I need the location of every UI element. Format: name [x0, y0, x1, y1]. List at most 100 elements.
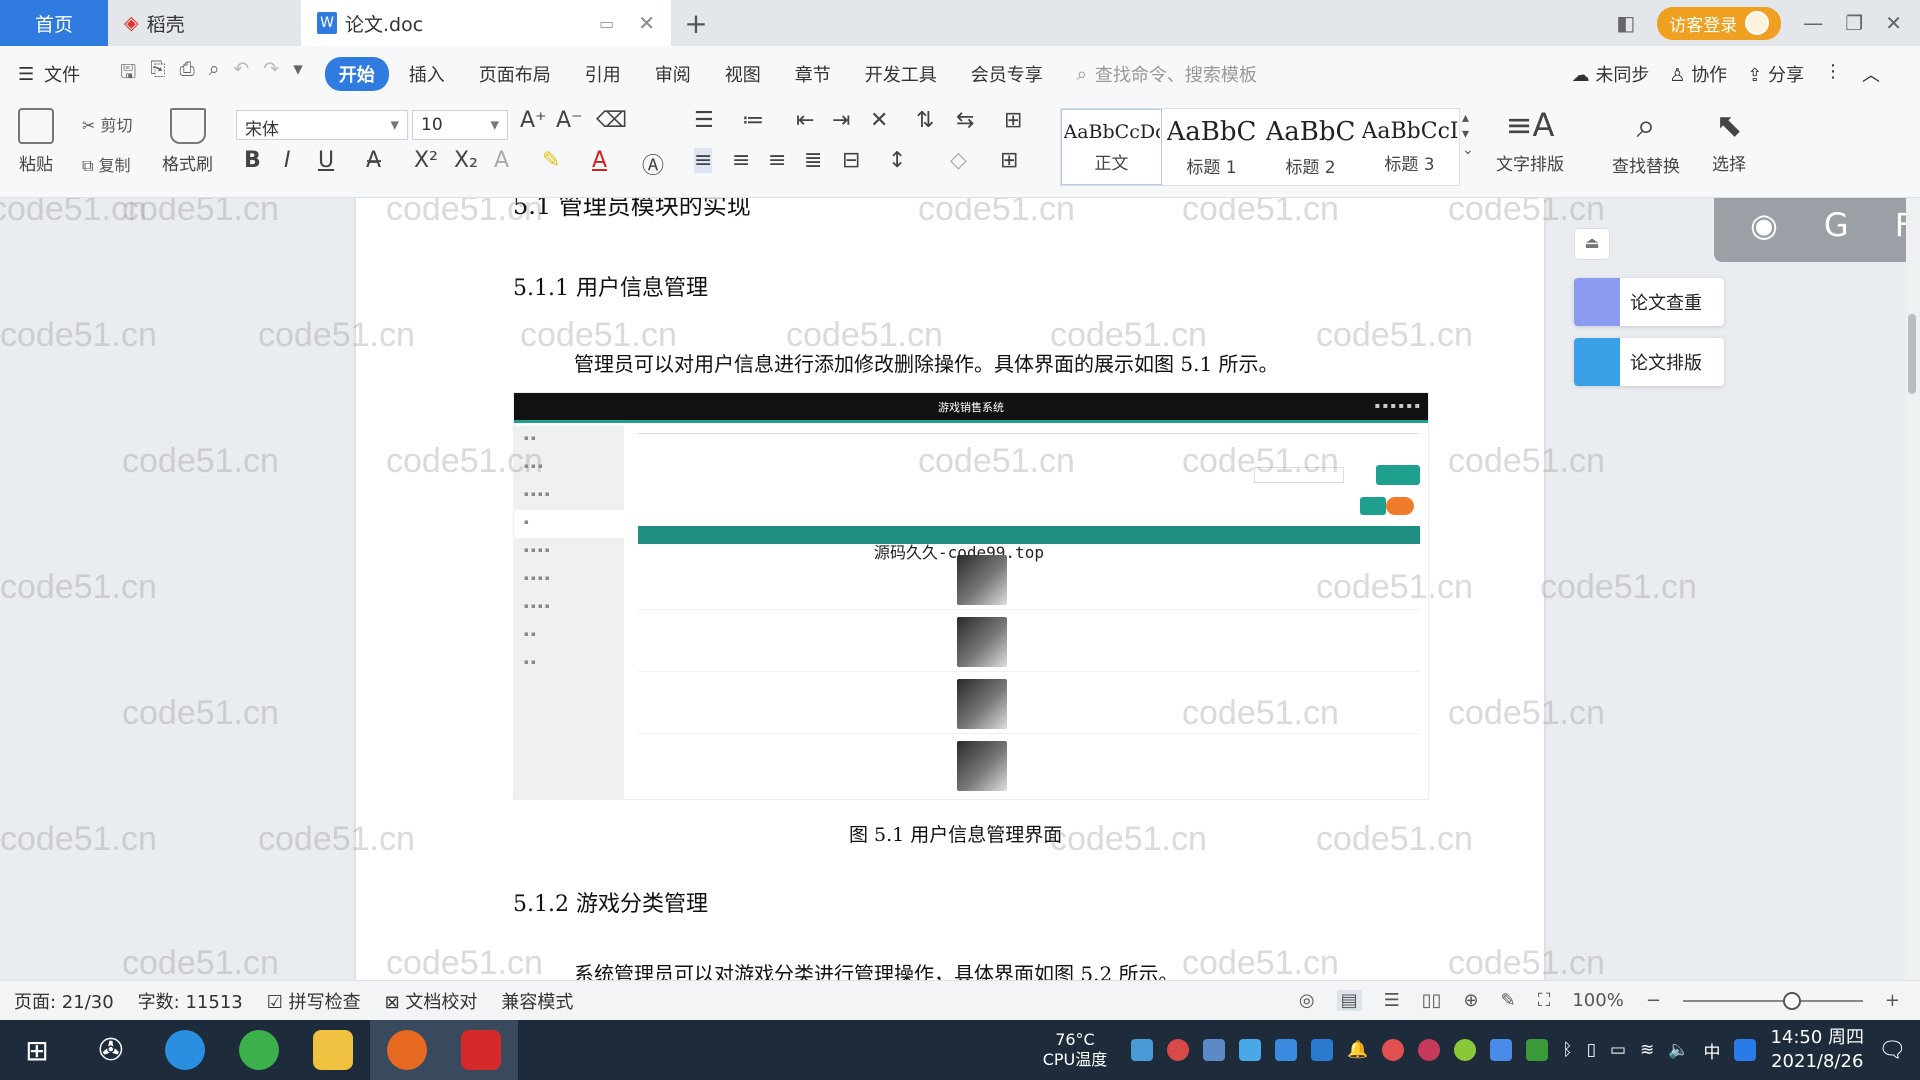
- superscript-icon[interactable]: X²: [414, 148, 438, 173]
- char-border-icon[interactable]: Ⓐ: [642, 148, 664, 180]
- menu-page-layout[interactable]: 页面布局: [465, 57, 565, 91]
- save-icon[interactable]: 🖫: [120, 58, 136, 90]
- tray-icon[interactable]: [1490, 1039, 1513, 1061]
- tab-document[interactable]: W 论文.doc ▭ ✕: [301, 0, 671, 46]
- ime-toolbar[interactable]: ◉ G F: [1714, 198, 1920, 262]
- window-preview-icon[interactable]: ▭: [599, 14, 614, 33]
- ime-indicator[interactable]: 中: [1703, 1038, 1720, 1063]
- reading-view-icon[interactable]: ▯▯: [1422, 990, 1442, 1011]
- taskbar-app-recorder[interactable]: [370, 1020, 444, 1080]
- more-icon[interactable]: ⋮: [1824, 61, 1842, 87]
- collapse-ribbon-icon[interactable]: ︿: [1862, 61, 1880, 87]
- tabs-icon[interactable]: ⊞: [1004, 108, 1022, 133]
- weather-widget[interactable]: 76°C CPU温度: [1043, 1030, 1108, 1070]
- redo-icon[interactable]: ↷: [263, 58, 279, 90]
- bell-icon[interactable]: 🔔: [1347, 1040, 1368, 1060]
- panel-collapse-button[interactable]: ⏏: [1574, 228, 1610, 260]
- font-size-select[interactable]: 10 ▾: [412, 110, 508, 140]
- menu-references[interactable]: 引用: [571, 57, 635, 91]
- font-color-icon[interactable]: A: [592, 148, 607, 173]
- style-heading-1[interactable]: AaBbC 标题 1: [1162, 109, 1261, 185]
- menu-start[interactable]: 开始: [324, 57, 389, 91]
- tray-icon[interactable]: [1418, 1039, 1441, 1061]
- restore-icon[interactable]: ❐: [1845, 11, 1863, 35]
- strikethrough-icon[interactable]: A̶: [366, 148, 381, 173]
- align-left-icon[interactable]: ≡: [694, 148, 713, 173]
- sidebar-toggle-icon[interactable]: ◧: [1616, 11, 1635, 35]
- cut-button[interactable]: ✂ 剪切: [82, 112, 133, 136]
- paper-layout-button[interactable]: 论文排版: [1574, 338, 1724, 386]
- borders-icon[interactable]: ⊞: [1000, 148, 1018, 173]
- decrease-indent-icon[interactable]: ⇤: [796, 108, 814, 133]
- clock[interactable]: 14:50 周四 2021/8/26: [1770, 1026, 1864, 1074]
- battery-icon[interactable]: ▭: [1610, 1040, 1626, 1060]
- menu-insert[interactable]: 插入: [395, 57, 459, 91]
- page-indicator[interactable]: 页面: 21/30: [14, 988, 114, 1014]
- taskbar-app-browser[interactable]: [222, 1020, 296, 1080]
- text-layout-button[interactable]: ≡A 文字排版: [1496, 106, 1564, 175]
- vertical-scrollbar[interactable]: [1906, 198, 1920, 980]
- fit-page-icon[interactable]: ⛶: [1538, 990, 1551, 1011]
- tab-home[interactable]: 首页: [0, 0, 108, 46]
- font-name-select[interactable]: 宋体 ▾: [236, 110, 408, 140]
- print-preview-icon[interactable]: ⌕: [209, 58, 220, 90]
- shrink-font-icon[interactable]: A⁻: [556, 108, 583, 133]
- zoom-in-icon[interactable]: +: [1885, 990, 1900, 1011]
- chinese-layout-icon[interactable]: ✕: [870, 108, 888, 133]
- embedded-screenshot[interactable]: 游戏销售系统 ▪ ▪ ▪ ▪ ▪ ▪ ▪ ▪ ▪ ▪ ▪ ▪ ▪ ▪ ▪ ▪ ▪ ▪ ▪…: [513, 392, 1429, 800]
- align-center-icon[interactable]: ≡: [732, 148, 750, 173]
- tray-icon[interactable]: [1526, 1039, 1549, 1061]
- zoom-level[interactable]: 100%: [1572, 990, 1623, 1011]
- text-effect-icon[interactable]: A: [494, 148, 509, 173]
- hamburger-icon[interactable]: ☰: [18, 64, 34, 85]
- tray-icon[interactable]: [1275, 1039, 1298, 1061]
- taskbar-app-explorer[interactable]: [296, 1020, 370, 1080]
- taskbar-app-ie[interactable]: [148, 1020, 222, 1080]
- spell-check-button[interactable]: ☑ 拼写检查: [267, 988, 361, 1014]
- notification-icon[interactable]: 🗨: [1878, 1038, 1906, 1063]
- eye-protection-icon[interactable]: ◎: [1299, 990, 1315, 1011]
- start-button[interactable]: ⊞: [0, 1020, 74, 1080]
- italic-icon[interactable]: I: [284, 148, 291, 173]
- tray-icon[interactable]: [1382, 1039, 1405, 1061]
- zoom-out-icon[interactable]: −: [1646, 990, 1661, 1011]
- menu-chapter[interactable]: 章节: [781, 57, 845, 91]
- tray-icon[interactable]: [1167, 1039, 1190, 1061]
- proofread-button[interactable]: ⊠ 文档校对: [385, 988, 478, 1014]
- guest-login-button[interactable]: 访客登录: [1657, 6, 1782, 40]
- sync-status[interactable]: ☁ 未同步: [1572, 61, 1650, 87]
- justify-icon[interactable]: ≣: [804, 148, 822, 173]
- select-button[interactable]: ⬉ 选择: [1712, 106, 1746, 175]
- outline-view-icon[interactable]: ☰: [1384, 990, 1400, 1011]
- style-heading-3[interactable]: AaBbCcI 标题 3: [1360, 109, 1459, 185]
- distributed-icon[interactable]: ⊟: [842, 148, 860, 173]
- tray-icon[interactable]: [1239, 1039, 1262, 1061]
- highlight-icon[interactable]: ✎: [542, 148, 560, 173]
- grow-font-icon[interactable]: A⁺: [520, 108, 547, 133]
- document-page[interactable]: 5.1 管理员模块的实现 5.1.1 用户信息管理 管理员可以对用户信息进行添加…: [356, 198, 1544, 980]
- print-icon[interactable]: ⎙: [180, 58, 195, 90]
- style-normal[interactable]: AaBbCcDd 正文: [1061, 109, 1162, 185]
- menu-review[interactable]: 审阅: [641, 57, 705, 91]
- ime-app-icon[interactable]: [1734, 1039, 1757, 1061]
- underline-icon[interactable]: U: [318, 148, 334, 173]
- output-icon[interactable]: ⎘: [150, 58, 165, 90]
- styles-scroll-icon[interactable]: ▴ ▾ ⌄: [1462, 110, 1474, 158]
- shading-icon[interactable]: ◇: [950, 148, 967, 173]
- web-view-icon[interactable]: ⊕: [1464, 990, 1479, 1011]
- taskbar-app-wps[interactable]: [444, 1020, 518, 1080]
- undo-icon[interactable]: ↶: [233, 58, 249, 90]
- subscript-icon[interactable]: X₂: [454, 148, 478, 173]
- scrollbar-thumb[interactable]: [1908, 314, 1916, 394]
- minimize-icon[interactable]: —: [1803, 11, 1823, 35]
- menu-view[interactable]: 视图: [711, 57, 775, 91]
- sort-icon[interactable]: ⇅: [916, 108, 934, 133]
- align-right-icon[interactable]: ≡: [768, 148, 786, 173]
- shield-icon[interactable]: [1311, 1039, 1334, 1061]
- copy-button[interactable]: ⧉ 复制: [82, 152, 131, 176]
- zoom-slider[interactable]: [1682, 991, 1863, 1010]
- collaborate-button[interactable]: ♙ 协作: [1669, 61, 1727, 87]
- find-replace-button[interactable]: ⌕ 查找替换: [1612, 106, 1680, 177]
- menu-member[interactable]: 会员专享: [957, 57, 1057, 91]
- tray-icon[interactable]: [1131, 1039, 1154, 1061]
